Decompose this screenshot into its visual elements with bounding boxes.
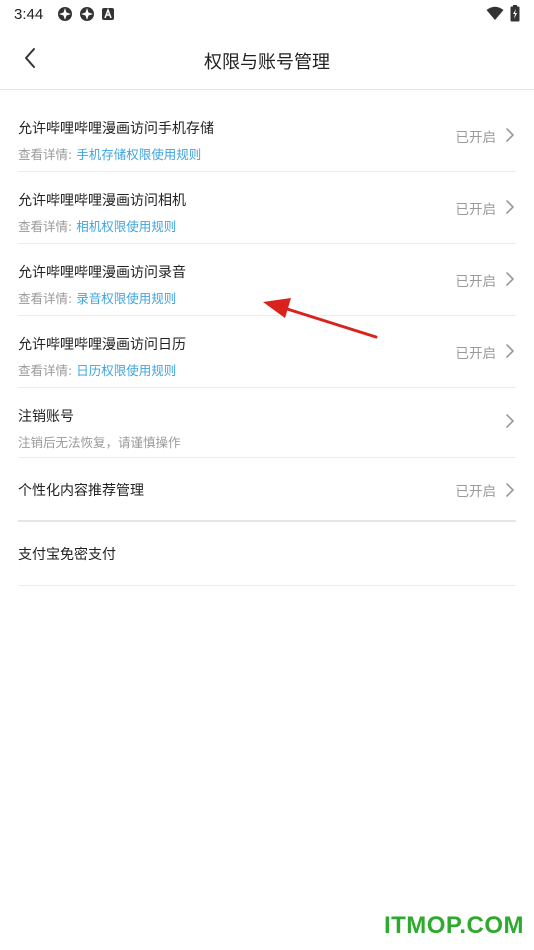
wifi-icon bbox=[486, 6, 504, 20]
app-notification-icon bbox=[80, 7, 95, 21]
setting-personalized-recommendation[interactable]: 个性化内容推荐管理 已开启 bbox=[18, 458, 516, 522]
setting-camera-permission[interactable]: 允许哔哩哔哩漫画访问相机 查看详情: 相机权限使用规则 已开启 bbox=[18, 172, 516, 244]
row-title: 注销账号 bbox=[18, 409, 74, 425]
row-title: 允许哔哩哔哩漫画访问相机 bbox=[18, 193, 186, 209]
row-subtitle-prefix: 查看详情: bbox=[18, 147, 73, 162]
status-notification-icons bbox=[57, 6, 115, 22]
row-status: 已开启 bbox=[455, 274, 497, 290]
calendar-rules-link[interactable]: 日历权限使用规则 bbox=[76, 363, 176, 378]
setting-alipay-password-free[interactable]: 支付宝免密支付 bbox=[18, 522, 516, 586]
row-title: 允许哔哩哔哩漫画访问录音 bbox=[18, 265, 186, 281]
setting-calendar-permission[interactable]: 允许哔哩哔哩漫画访问日历 查看详情: 日历权限使用规则 已开启 bbox=[18, 316, 516, 388]
chevron-right-icon bbox=[506, 128, 515, 142]
recording-rules-link[interactable]: 录音权限使用规则 bbox=[76, 291, 176, 306]
row-status: 已开启 bbox=[455, 202, 497, 218]
row-subtitle-prefix: 查看详情: bbox=[18, 363, 73, 378]
row-title: 允许哔哩哔哩漫画访问日历 bbox=[18, 337, 186, 353]
chevron-right-icon bbox=[506, 272, 515, 286]
setting-delete-account[interactable]: 注销账号 注销后无法恢复，请谨慎操作 bbox=[18, 388, 516, 458]
row-subtitle: 查看详情: 录音权限使用规则 bbox=[18, 288, 176, 307]
watermark-logo: ITMOP.COM bbox=[383, 912, 524, 939]
battery-charging-icon bbox=[510, 5, 520, 22]
row-status: 已开启 bbox=[455, 484, 497, 500]
row-subtitle-prefix: 查看详情: bbox=[18, 291, 73, 306]
status-time: 3:44 bbox=[14, 5, 44, 23]
setting-microphone-permission[interactable]: 允许哔哩哔哩漫画访问录音 查看详情: 录音权限使用规则 已开启 bbox=[18, 244, 516, 316]
row-status: 已开启 bbox=[455, 130, 497, 146]
row-subtitle: 查看详情: 日历权限使用规则 bbox=[18, 360, 176, 379]
header: 权限与账号管理 bbox=[0, 28, 534, 90]
a-notification-icon bbox=[102, 7, 115, 20]
page-title: 权限与账号管理 bbox=[204, 52, 330, 73]
row-subtitle: 注销后无法恢复，请谨慎操作 bbox=[18, 435, 181, 450]
status-system-icons bbox=[486, 5, 520, 22]
chevron-right-icon bbox=[506, 200, 515, 214]
storage-rules-link[interactable]: 手机存储权限使用规则 bbox=[76, 147, 201, 162]
chevron-right-icon bbox=[506, 414, 515, 428]
settings-list: 允许哔哩哔哩漫画访问手机存储 查看详情: 手机存储权限使用规则 已开启 允许哔哩哔… bbox=[18, 100, 516, 586]
app-notification-icon bbox=[58, 7, 73, 21]
row-title: 个性化内容推荐管理 bbox=[18, 483, 144, 499]
status-bar: 3:44 bbox=[0, 0, 534, 28]
chevron-right-icon bbox=[506, 483, 515, 497]
row-title: 允许哔哩哔哩漫画访问手机存储 bbox=[18, 121, 214, 137]
row-subtitle: 查看详情: 相机权限使用规则 bbox=[18, 216, 176, 235]
row-subtitle-prefix: 查看详情: bbox=[18, 219, 73, 234]
chevron-right-icon bbox=[506, 344, 515, 358]
row-subtitle: 查看详情: 手机存储权限使用规则 bbox=[18, 144, 201, 163]
camera-rules-link[interactable]: 相机权限使用规则 bbox=[76, 219, 176, 234]
setting-storage-permission[interactable]: 允许哔哩哔哩漫画访问手机存储 查看详情: 手机存储权限使用规则 已开启 bbox=[18, 100, 516, 172]
row-status: 已开启 bbox=[455, 346, 497, 362]
row-title: 支付宝免密支付 bbox=[18, 547, 116, 563]
